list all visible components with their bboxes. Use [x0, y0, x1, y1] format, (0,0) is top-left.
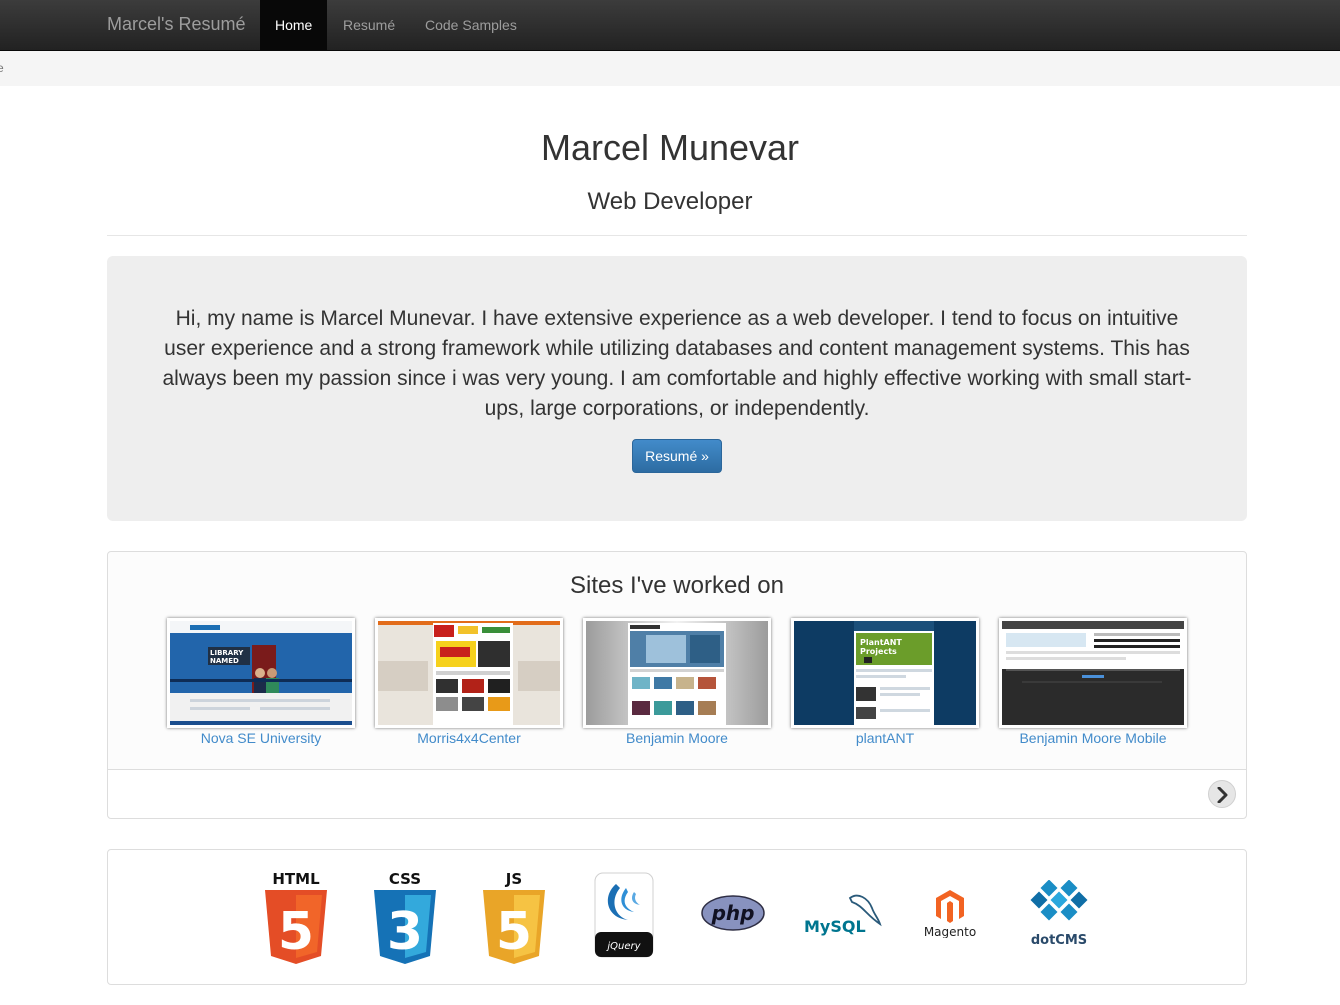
html5-logo-label: HTML — [272, 870, 320, 888]
mysql-logo-label: MySQL — [804, 917, 866, 936]
mysql-logo-icon: MySQL — [804, 894, 882, 936]
html5-logo-icon: HTML 5 — [265, 870, 327, 964]
site-thumbnail-benjamin-moore-mobile[interactable] — [999, 618, 1187, 728]
breadcrumb-text: e — [0, 61, 4, 75]
site-label-morris[interactable]: Morris4x4Center — [375, 730, 563, 746]
page-subtitle: Web Developer — [587, 188, 753, 215]
site-thumbnail-morris[interactable] — [375, 618, 563, 728]
intro-jumbotron: Hi, my name is Marcel Munevar. I have ex… — [107, 256, 1247, 521]
svg-text:LIBRARY: LIBRARY — [210, 649, 244, 657]
breadcrumb: e — [0, 51, 1340, 86]
page-title: Marcel Munevar — [540, 127, 800, 168]
dotcms-logo-icon: dotCMS — [1030, 880, 1088, 948]
technologies-panel: HTML 5 CSS 3 JS 5 jQuery php MySQL Magen… — [107, 849, 1247, 985]
jquery-logo-label: jQuery — [605, 941, 641, 952]
intro-text: Hi, my name is Marcel Munevar. I have ex… — [162, 307, 1192, 420]
nav-item-code-samples[interactable]: Code Samples — [410, 0, 532, 50]
jquery-logo-icon: jQuery — [594, 872, 654, 958]
site-label-benjamin-moore[interactable]: Benjamin Moore — [583, 730, 771, 746]
sites-title: Sites I've worked on — [569, 572, 785, 599]
dotcms-logo-label: dotCMS — [1031, 933, 1087, 948]
navbar-brand[interactable]: Marcel's Resumé — [107, 14, 245, 35]
top-navbar: Marcel's Resumé Home Resumé Code Samples — [0, 0, 1340, 51]
site-label-plantant[interactable]: plantANT — [791, 730, 979, 746]
site-label-benjamin-moore-mobile[interactable]: Benjamin Moore Mobile — [999, 730, 1187, 746]
js-logo-label: JS — [505, 870, 522, 888]
nav-item-resume[interactable]: Resumé — [328, 0, 410, 50]
site-thumbnail-nova[interactable]: LIBRARY NAMED — [167, 618, 355, 728]
svg-text:NAMED: NAMED — [210, 657, 239, 665]
magento-logo-icon: Magento — [924, 890, 976, 938]
css3-logo-label: CSS — [389, 870, 421, 888]
sites-panel: Sites I've worked on LIBRARY NAMED Nova … — [107, 551, 1247, 819]
site-label-nova[interactable]: Nova SE University — [167, 730, 355, 746]
php-logo-label: php — [711, 901, 755, 925]
chevron-right-icon — [1217, 787, 1228, 803]
nav-item-home[interactable]: Home — [260, 0, 328, 50]
site-thumbnail-plantant[interactable]: PlantANT Projects — [791, 618, 979, 728]
js-logo-number: 5 — [496, 902, 532, 962]
svg-text:Projects: Projects — [860, 647, 897, 656]
svg-text:PlantANT: PlantANT — [860, 638, 902, 647]
css3-logo-icon: CSS 3 — [374, 870, 436, 964]
magento-logo-label: Magento — [924, 925, 976, 938]
php-logo-icon: php — [701, 895, 765, 931]
divider — [107, 235, 1247, 236]
javascript-logo-icon: JS 5 — [483, 870, 545, 964]
site-thumbnail-benjamin-moore[interactable] — [583, 618, 771, 728]
html5-logo-number: 5 — [278, 902, 314, 962]
carousel-next-button[interactable] — [1208, 780, 1236, 808]
css3-logo-number: 3 — [387, 902, 423, 962]
resume-button[interactable]: Resumé » — [632, 439, 722, 473]
carousel-footer — [108, 769, 1246, 818]
